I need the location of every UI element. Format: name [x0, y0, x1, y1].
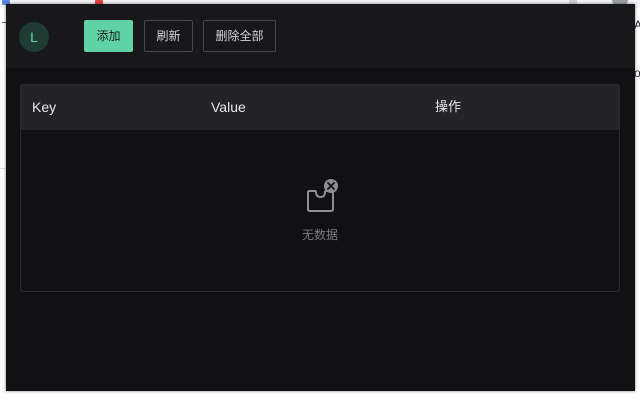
add-button[interactable]: 添加: [84, 20, 133, 52]
table-header: Key Value 操作: [21, 85, 619, 130]
column-header-key: Key: [32, 99, 57, 115]
extension-popup: L 添加 刷新 删除全部 Key Value 操作 无数据: [6, 4, 635, 391]
column-header-actions: 操作: [435, 100, 462, 115]
refresh-button[interactable]: 刷新: [144, 20, 193, 52]
empty-text: 无数据: [301, 228, 338, 242]
empty-inbox-icon: [307, 179, 338, 212]
storage-table: Key Value 操作 无数据: [20, 84, 620, 292]
avatar[interactable]: L: [19, 22, 49, 52]
empty-state: 无数据: [21, 130, 619, 291]
column-header-value: Value: [211, 99, 246, 115]
popup-header: L 添加 刷新 删除全部: [6, 4, 635, 68]
delete-all-button[interactable]: 删除全部: [203, 20, 276, 52]
